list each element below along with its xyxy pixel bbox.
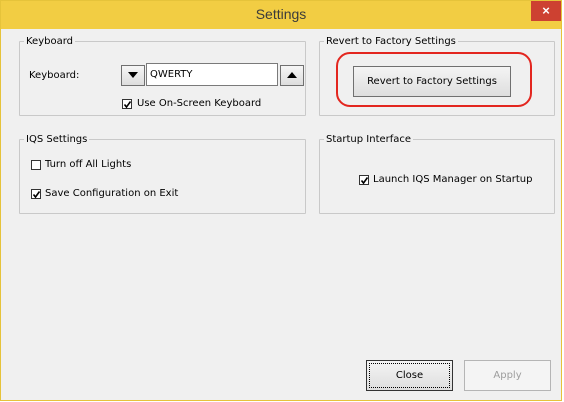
startup-interface-legend: Startup Interface	[326, 134, 412, 145]
save-configuration-label: Save Configuration on Exit	[45, 188, 179, 199]
keyboard-previous-button[interactable]	[121, 65, 145, 86]
factory-settings-legend: Revert to Factory Settings	[326, 36, 456, 47]
keyboard-layout-field[interactable]: QWERTY	[146, 63, 278, 86]
onscreen-keyboard-checkbox[interactable]	[122, 99, 132, 109]
apply-button[interactable]: Apply	[464, 360, 551, 391]
keyboard-group-legend: Keyboard	[26, 36, 74, 47]
apply-button-label: Apply	[493, 370, 522, 381]
onscreen-keyboard-label: Use On-Screen Keyboard	[137, 98, 262, 109]
turn-off-lights-label: Turn off All Lights	[45, 159, 132, 170]
close-button-label: Close	[395, 370, 424, 381]
turn-off-lights-checkbox[interactable]	[31, 160, 41, 170]
launch-on-startup-checkbox[interactable]	[359, 175, 369, 185]
iqs-settings-group: IQS Settings	[19, 134, 306, 214]
dialog-client-area: Keyboard Keyboard: QWERTY Use On-Screen …	[9, 29, 555, 392]
launch-on-startup-label: Launch IQS Manager on Startup	[373, 174, 533, 185]
save-configuration-checkbox[interactable]	[31, 189, 41, 199]
keyboard-label: Keyboard:	[29, 70, 80, 81]
checkmark-icon	[360, 177, 369, 185]
window-title: Settings	[255, 6, 307, 22]
checkmark-icon	[123, 101, 132, 109]
settings-window: Settings × Keyboard Keyboard: QWERTY Use…	[0, 0, 562, 401]
title-bar[interactable]: Settings ×	[1, 1, 561, 29]
triangle-up-icon	[287, 72, 297, 78]
window-close-button[interactable]: ×	[531, 1, 561, 21]
iqs-settings-legend: IQS Settings	[26, 134, 88, 145]
checkmark-icon	[32, 191, 41, 199]
keyboard-next-button[interactable]	[280, 65, 304, 86]
red-highlight-annotation	[336, 52, 532, 107]
triangle-down-icon	[128, 72, 138, 78]
close-button[interactable]: Close	[366, 360, 453, 391]
